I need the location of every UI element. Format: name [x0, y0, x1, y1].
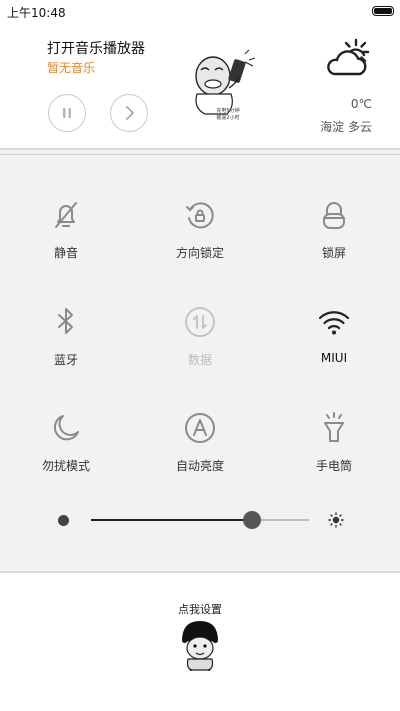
tile-label: MIUI	[320, 351, 348, 365]
pause-button[interactable]	[48, 94, 86, 132]
divider	[0, 148, 400, 150]
player-title[interactable]: 打开音乐播放器	[47, 38, 145, 58]
brightness-thumb[interactable]	[243, 511, 262, 529]
tile-bluetooth[interactable]: 蓝牙	[16, 305, 116, 368]
tile-flashlight[interactable]: 手电筒	[284, 411, 384, 474]
battery-icon	[372, 6, 394, 16]
player-subtitle: 暂无音乐	[47, 61, 96, 75]
tile-rotation-lock[interactable]: 方向锁定	[150, 198, 250, 261]
partly-cloudy-icon	[327, 38, 370, 76]
brightness-track[interactable]	[91, 519, 309, 521]
settings-label[interactable]: 点我设置	[0, 601, 400, 617]
settings-footer[interactable]: 点我设置	[0, 573, 400, 711]
tile-label: 锁屏	[321, 246, 346, 260]
divider	[0, 154, 400, 155]
lock-icon	[323, 202, 345, 229]
tile-mobile-data[interactable]: 数据	[150, 305, 250, 368]
music-weather-card: 打开音乐播放器 暂无音乐 充电5分钟 装逼2小时 0℃ 海淀 多云	[0, 24, 400, 148]
brightness-slider[interactable]	[56, 506, 356, 534]
tile-label: 数据	[187, 353, 212, 367]
tile-label: 蓝牙	[53, 353, 78, 367]
brightness-fill	[91, 519, 253, 521]
tile-do-not-disturb[interactable]: 勿扰模式	[16, 411, 116, 474]
brightness-low-icon	[58, 515, 69, 526]
weather-location: 海淀 多云	[320, 120, 372, 134]
bell-off-icon	[55, 202, 77, 228]
tile-auto-brightness[interactable]: 自动亮度	[150, 411, 250, 474]
chevron-right-icon	[126, 106, 134, 120]
moon-icon	[53, 415, 79, 441]
status-bar: 上午10:48	[0, 0, 400, 24]
rotation-lock-icon	[186, 202, 214, 229]
status-time: 上午10:48	[7, 6, 66, 20]
auto-brightness-icon	[185, 413, 215, 443]
temperature: 0℃	[350, 97, 372, 111]
sun-icon	[328, 512, 344, 528]
wifi-icon	[318, 311, 350, 335]
mushroom-head-character[interactable]	[178, 619, 222, 671]
tile-wifi[interactable]: MIUI	[284, 305, 384, 365]
tile-lock-screen[interactable]: 锁屏	[284, 198, 384, 261]
mobile-data-icon	[185, 307, 215, 337]
tile-label: 手电筒	[315, 459, 352, 473]
tile-label: 勿扰模式	[41, 459, 90, 473]
tile-label: 方向锁定	[175, 246, 224, 260]
tile-label: 自动亮度	[175, 459, 224, 473]
bluetooth-icon	[58, 308, 73, 334]
pause-icon	[63, 108, 71, 118]
meme-caption: 充电5分钟 装逼2小时	[216, 108, 240, 121]
quick-settings-grid: 静音 方向锁定 锁屏 蓝牙 数据 MIUI 勿扰模式 自动亮度 手电筒	[0, 160, 400, 560]
tile-mute[interactable]: 静音	[16, 198, 116, 261]
tile-label: 静音	[53, 246, 78, 260]
flashlight-icon	[324, 412, 344, 442]
next-button[interactable]	[110, 94, 148, 132]
